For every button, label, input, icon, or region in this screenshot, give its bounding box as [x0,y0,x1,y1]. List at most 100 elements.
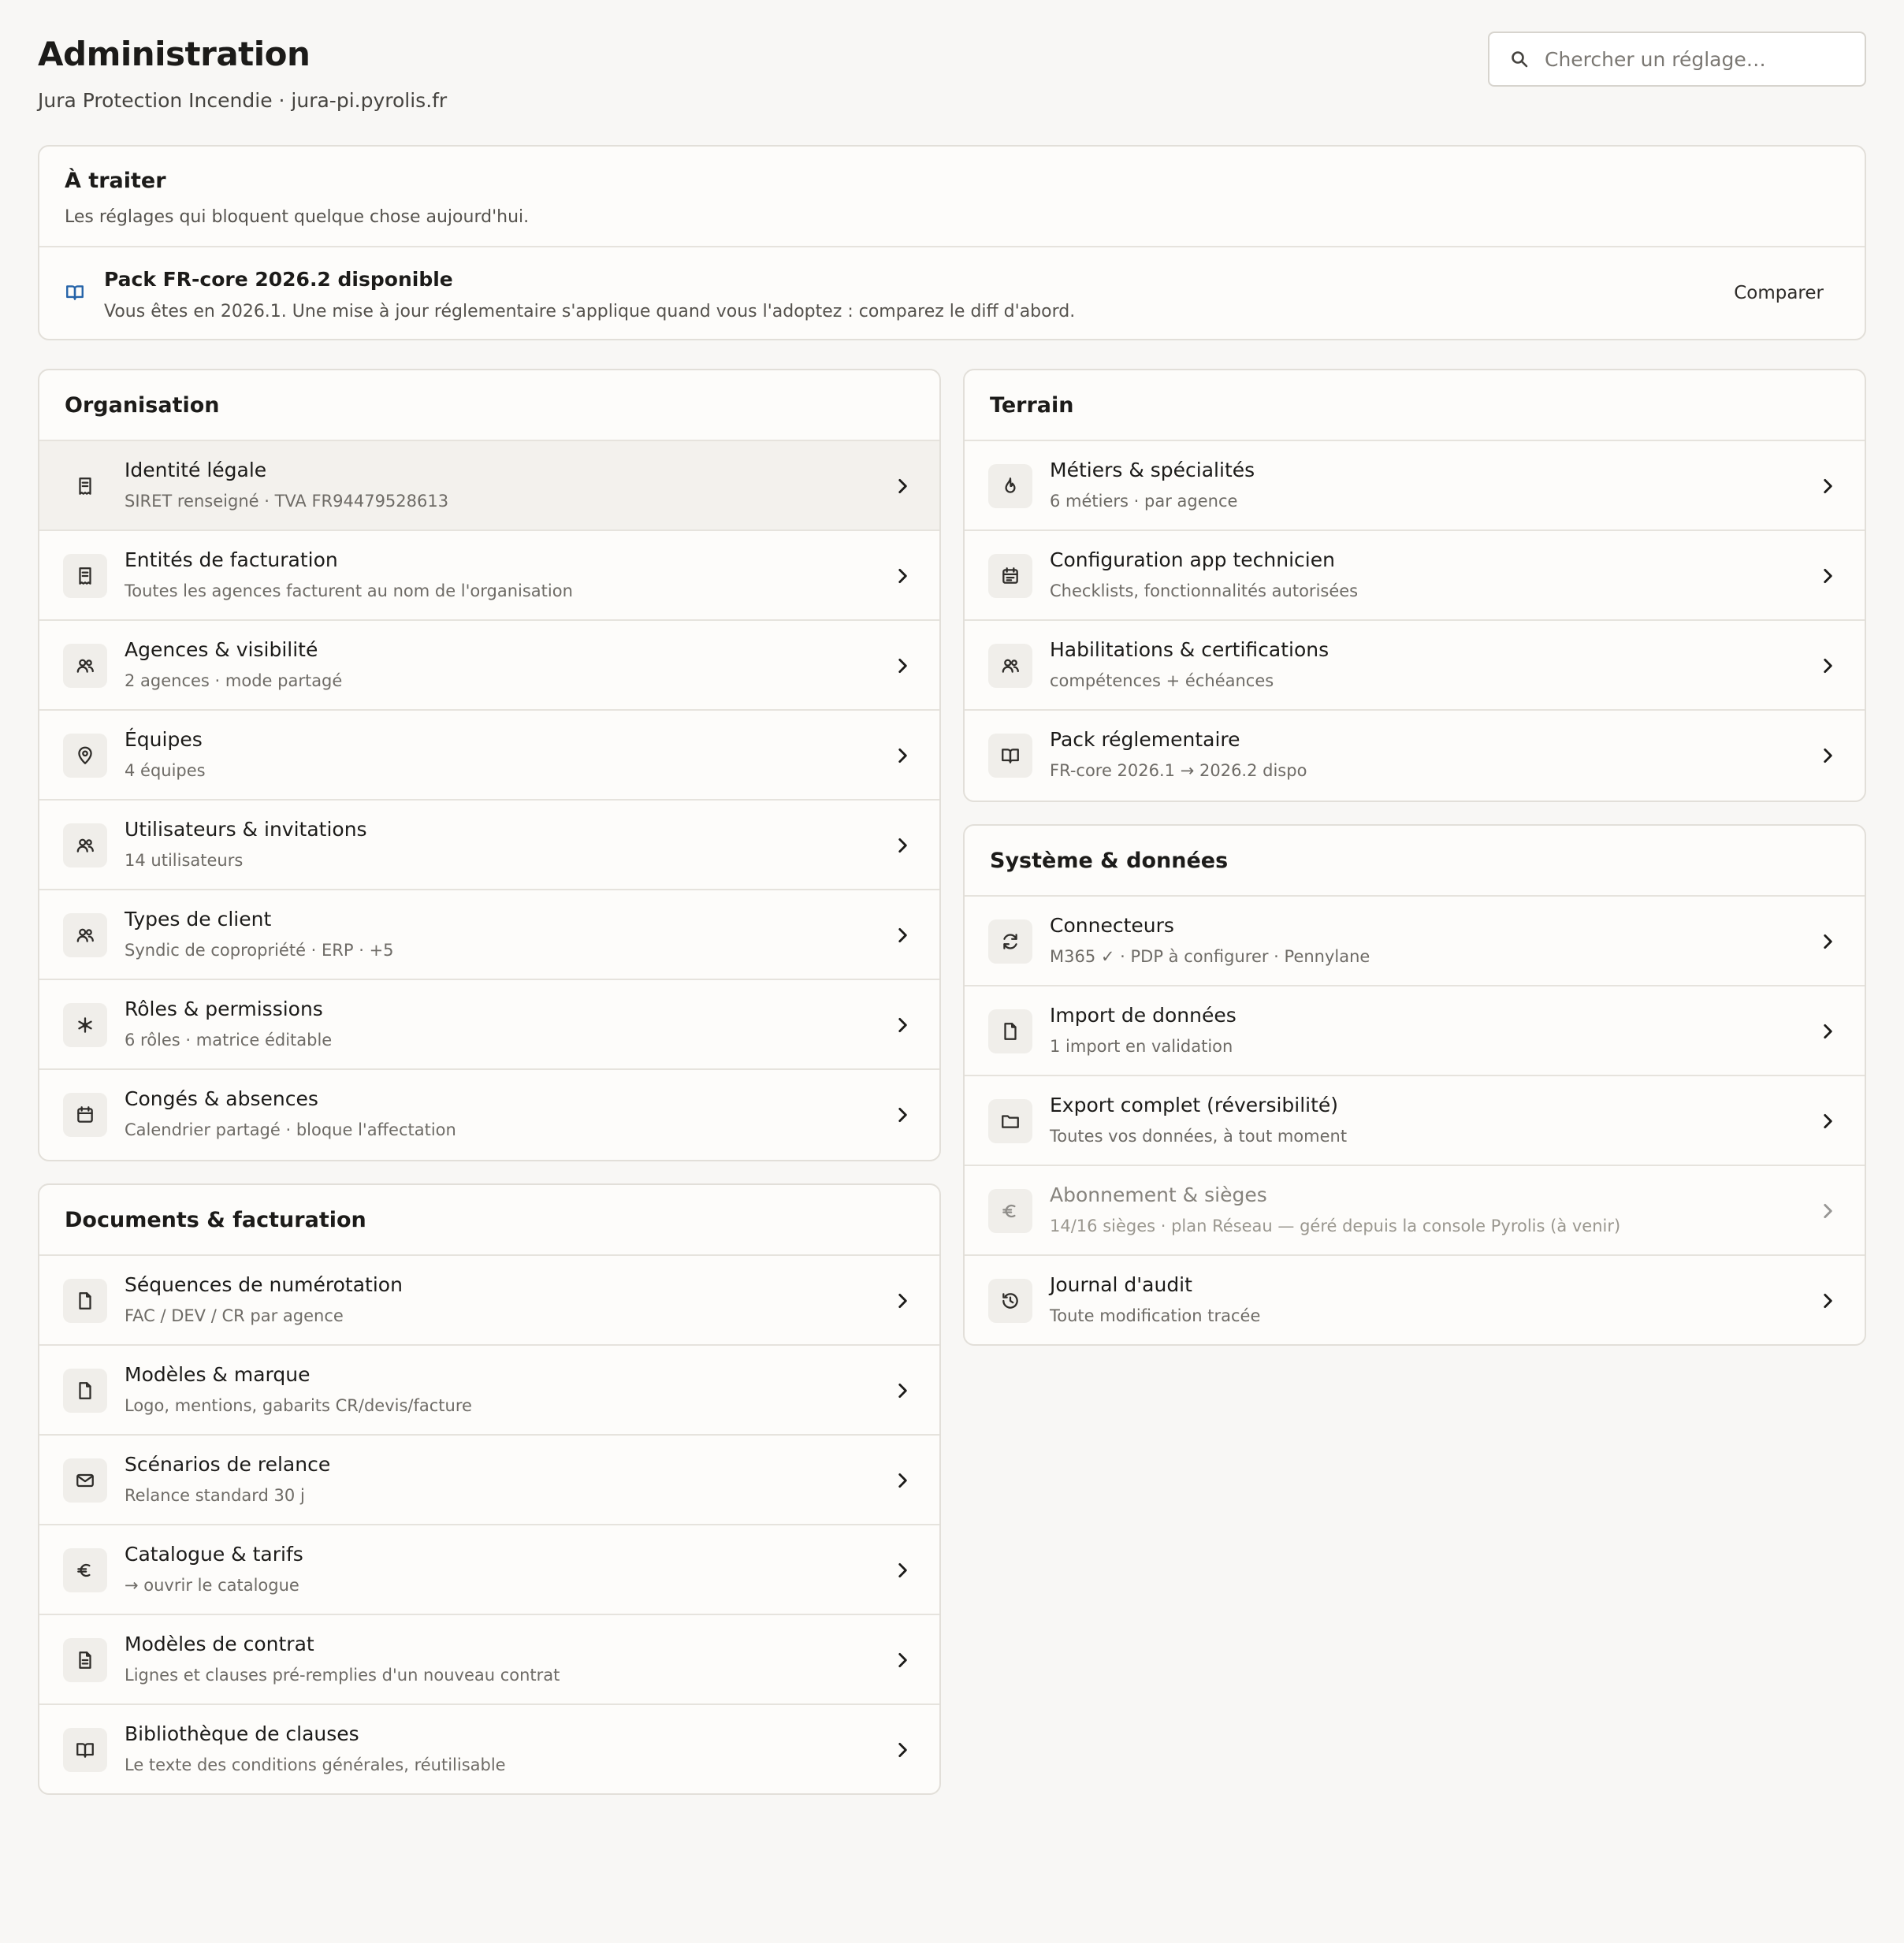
row-subtitle: Toutes les agences facturent au nom de l… [125,581,573,600]
receipt-icon [63,554,107,598]
row-title: Catalogue & tarifs [125,1543,303,1566]
search-icon [1512,51,1528,68]
file-icon [63,1369,107,1413]
row-title: Modèles & marque [125,1363,311,1386]
file-icon [988,1009,1032,1053]
row-title: Types de client [125,908,272,931]
settings-row-roles-permissions[interactable]: Rôles & permissions 6 rôles · matrice édi… [39,980,939,1070]
settings-row-journal-d-audit[interactable]: Journal d'audit Toute modification tracée [965,1256,1865,1344]
file-icon [63,1279,107,1323]
row-subtitle: Toute modification tracée [1050,1306,1261,1325]
search-box[interactable] [1488,32,1866,87]
row-title: Bibliothèque de clauses [125,1722,359,1745]
row-subtitle: → ouvrir le catalogue [125,1576,299,1595]
settings-row-export-complet-reversibilite[interactable]: Export complet (réversibilité) Toutes vos… [965,1076,1865,1166]
settings-row-connecteurs[interactable]: Connecteurs M365 ✓ · PDP à configurer · P… [965,897,1865,986]
chevron-right-icon [1824,934,1832,949]
row-title: Équipes [125,728,203,751]
settings-row-sequences-de-numerotation[interactable]: Séquences de numérotation FAC / DEV / CR … [39,1256,939,1346]
section-title: Documents & facturation [39,1185,939,1256]
settings-list: Séquences de numérotation FAC / DEV / CR … [39,1256,939,1793]
settings-list: Connecteurs M365 ✓ · PDP à configurer · P… [965,897,1865,1344]
chevron-right-icon [898,1473,907,1488]
row-title: Séquences de numérotation [125,1273,403,1296]
file-text-icon [63,1638,107,1682]
row-subtitle: Relance standard 30 j [125,1486,305,1505]
row-title: Scénarios de relance [125,1453,331,1476]
folder-icon [988,1099,1032,1143]
chevron-right-icon [898,1563,907,1577]
settings-row-scenarios-de-relance[interactable]: Scénarios de relance Relance standard 30 … [39,1436,939,1525]
row-subtitle: Lignes et clauses pré-remplies d'un nouv… [125,1666,560,1685]
chevron-right-icon [898,1108,907,1122]
section-title: Terrain [965,370,1865,441]
row-subtitle: Checklists, fonctionnalités autorisées [1050,581,1359,600]
settings-row-conges-absences[interactable]: Congés & absences Calendrier partagé · bl… [39,1070,939,1160]
row-subtitle: FAC / DEV / CR par agence [125,1306,344,1325]
row-title: Utilisateurs & invitations [125,818,367,841]
settings-row-catalogue-tarifs[interactable]: Catalogue & tarifs → ouvrir le catalogue [39,1525,939,1615]
row-subtitle: Le texte des conditions générales, réuti… [125,1755,506,1774]
euro-icon [988,1189,1032,1233]
book-open-icon [66,285,84,300]
chevron-right-icon [1824,1294,1832,1308]
settings-row-import-de-donnees[interactable]: Import de données 1 import en validation [965,986,1865,1076]
row-title: Abonnement & sièges [1050,1183,1267,1206]
settings-row-pack-reglementaire[interactable]: Pack réglementaire FR-core 2026.1 → 2026.… [965,711,1865,801]
settings-row-types-de-client[interactable]: Types de client Syndic de copropriété · E… [39,890,939,980]
chevron-right-icon [1824,1204,1832,1218]
row-title: Pack réglementaire [1050,728,1240,751]
settings-row-habilitations-certifications[interactable]: Habilitations & certifications compétence… [965,621,1865,711]
page-header: Administration Jura Protection Incendie … [38,35,447,112]
settings-row-abonnement-sieges[interactable]: Abonnement & sièges 14/16 sièges · plan R… [965,1166,1865,1256]
row-title: Connecteurs [1050,914,1174,937]
chevron-right-icon [1824,569,1832,583]
row-title: Rôles & permissions [125,998,323,1020]
sync-icon [988,919,1032,964]
todo-item-pack-update: Pack FR-core 2026.2 disponible Vous êtes… [39,247,1865,339]
row-subtitle: compétences + échéances [1050,671,1274,690]
search-input[interactable] [1545,47,1860,71]
chevron-right-icon [898,928,907,942]
todo-item-title: Pack FR-core 2026.2 disponible [104,268,453,291]
todo-item-description: Vous êtes en 2026.1. Une mise à jour rég… [104,302,1076,321]
receipt-icon [63,464,107,508]
users-icon [63,823,107,867]
map-pin-icon [63,734,107,778]
section-documents: Documents & facturation Séquences de num… [38,1183,941,1795]
settings-row-entites-de-facturation[interactable]: Entités de facturation Toutes les agences… [39,531,939,621]
settings-row-identite-legale[interactable]: Identité légale SIRET renseigné · TVA FR9… [39,441,939,531]
chevron-right-icon [898,569,907,583]
settings-row-modeles-marque[interactable]: Modèles & marque Logo, mentions, gabarits… [39,1346,939,1436]
settings-row-utilisateurs-invitations[interactable]: Utilisateurs & invitations 14 utilisateur… [39,801,939,890]
page-title: Administration [38,35,311,73]
settings-row-modeles-de-contrat[interactable]: Modèles de contrat Lignes et clauses pré-… [39,1615,939,1705]
row-subtitle: 4 équipes [125,761,206,780]
section-terrain: Terrain Métiers & spécialités 6 métiers ·… [963,369,1866,802]
section-organisation: Organisation Identité légale SIRET rensei… [38,369,941,1161]
chevron-right-icon [898,1294,907,1308]
users-icon [63,644,107,688]
settings-row-configuration-app-technicien[interactable]: Configuration app technicien Checklists, … [965,531,1865,621]
chevron-right-icon [898,1653,907,1667]
row-subtitle: Calendrier partagé · bloque l'affectatio… [125,1120,456,1139]
history-icon [988,1279,1032,1323]
settings-list: Métiers & spécialités 6 métiers · par age… [965,441,1865,801]
chevron-right-icon [898,749,907,763]
settings-row-equipes[interactable]: Équipes 4 équipes [39,711,939,801]
compare-button[interactable]: Comparer [1718,276,1839,310]
chevron-right-icon [1824,749,1832,763]
section-title: Système & données [965,826,1865,897]
settings-row-agences-visibilite[interactable]: Agences & visibilité 2 agences · mode par… [39,621,939,711]
row-title: Configuration app technicien [1050,548,1335,571]
section-title: Organisation [39,370,939,441]
chevron-right-icon [898,1743,907,1757]
row-subtitle: SIRET renseigné · TVA FR94479528613 [125,492,449,511]
row-subtitle: Toutes vos données, à tout moment [1050,1127,1348,1146]
row-subtitle: 1 import en validation [1050,1037,1233,1056]
calendar-icon [63,1093,107,1137]
chevron-right-icon [898,659,907,673]
chevron-right-icon [1824,479,1832,493]
settings-row-metiers-specialites[interactable]: Métiers & spécialités 6 métiers · par age… [965,441,1865,531]
settings-row-bibliotheque-de-clauses[interactable]: Bibliothèque de clauses Le texte des cond… [39,1705,939,1793]
